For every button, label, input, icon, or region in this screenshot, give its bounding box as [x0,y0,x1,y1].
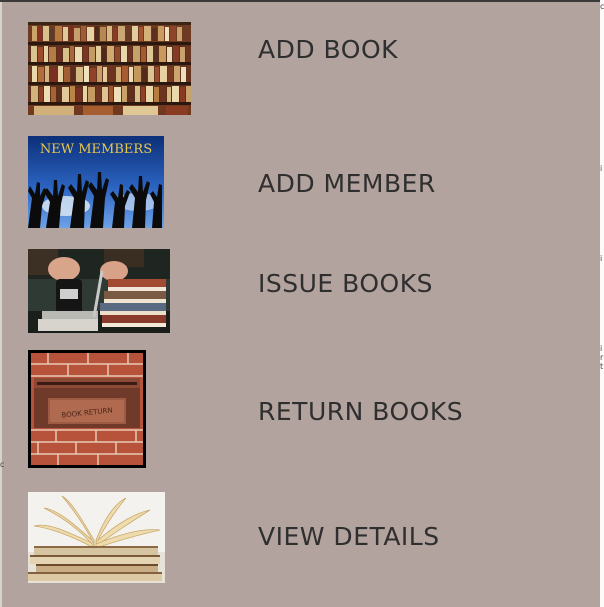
view-details-label[interactable]: VIEW DETAILS [258,522,440,551]
right-edge-strip [600,0,604,607]
add-member-label[interactable]: ADD MEMBER [258,169,436,198]
issue-books-label[interactable]: ISSUE BOOKS [258,269,433,298]
edge-fragment: i [600,254,603,263]
book-return-slot-image[interactable]: BOOK RETURN [28,350,146,468]
open-book-image[interactable] [28,492,165,583]
app-window: c i i irt c ADD BOOK NEW MEMBERS ADD MEM… [0,0,604,607]
new-members-caption: NEW MEMBERS [40,142,152,157]
return-books-label[interactable]: RETURN BOOKS [258,397,463,426]
new-members-image[interactable]: NEW MEMBERS [28,136,164,228]
bookshelf-image[interactable] [28,22,191,115]
add-book-label[interactable]: ADD BOOK [258,35,398,64]
edge-fragment: c [600,2,604,11]
edge-fragment: irt [600,344,604,371]
edge-fragment: i [600,164,603,173]
edge-fragment: c [0,460,5,469]
book-stamp-image[interactable] [28,249,170,333]
